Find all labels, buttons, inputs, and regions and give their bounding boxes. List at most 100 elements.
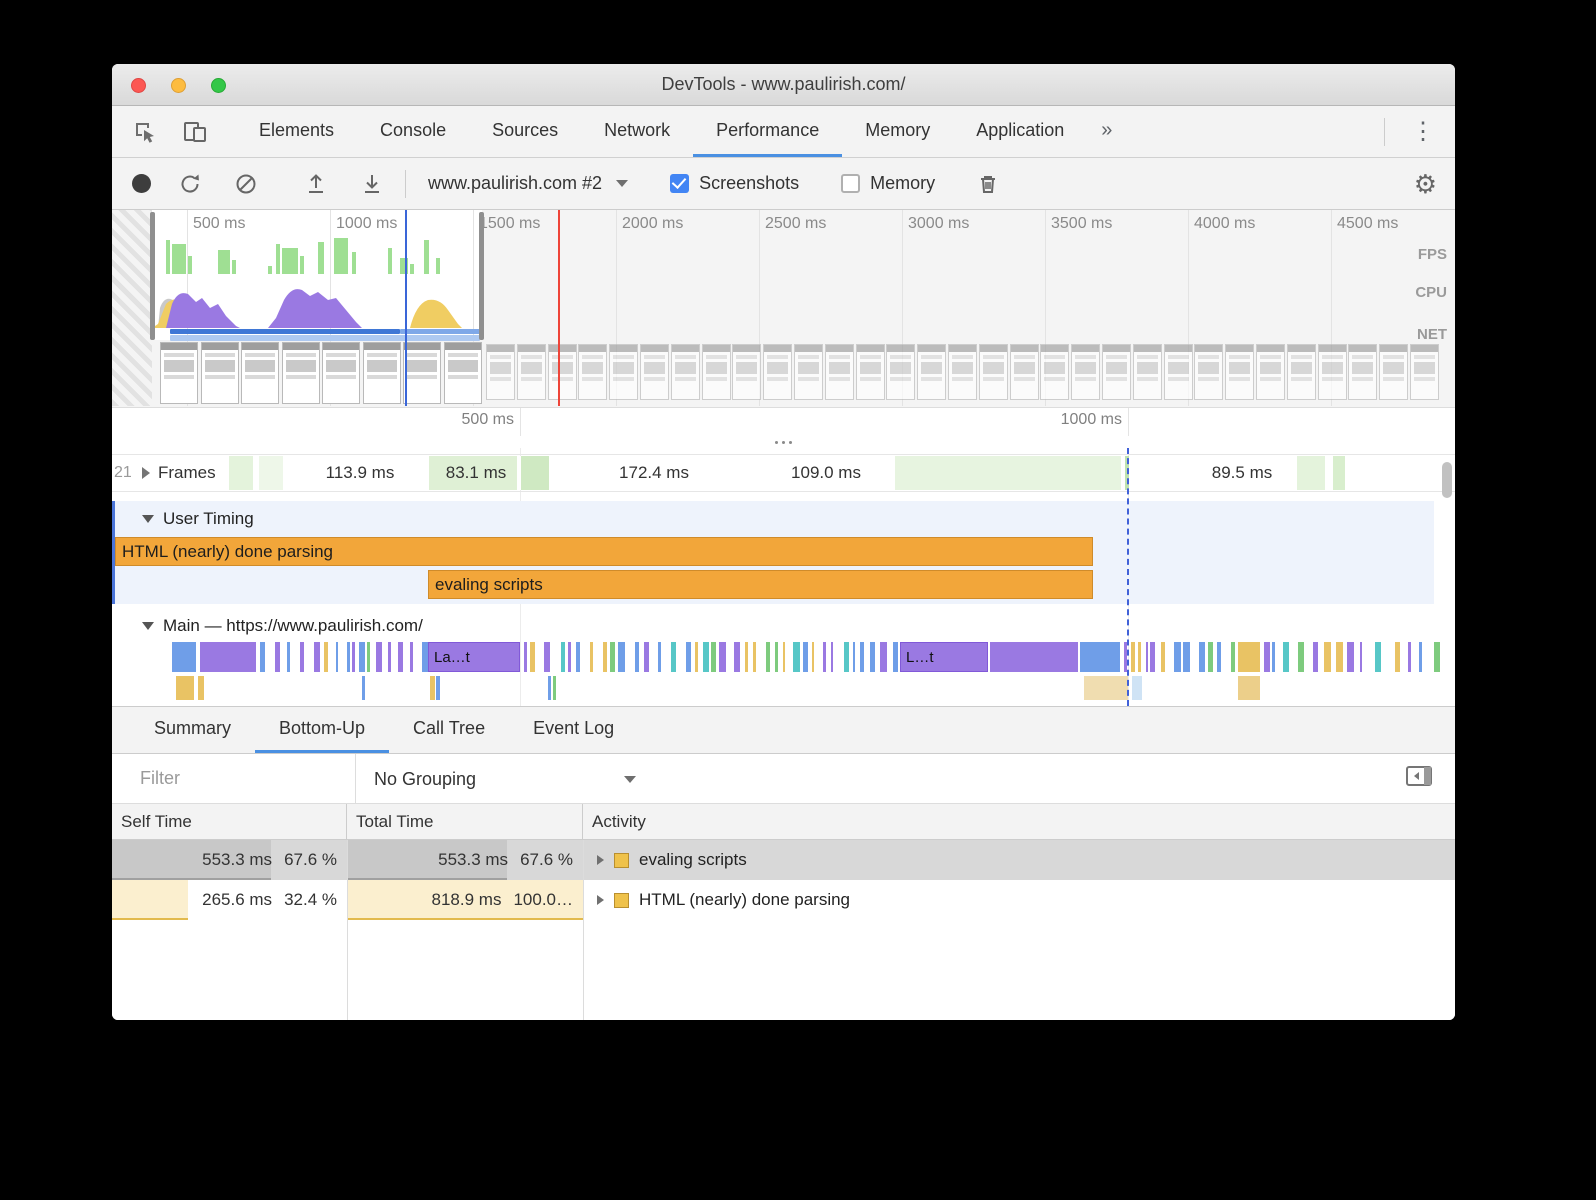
screenshot-thumbnail[interactable] [1379, 344, 1409, 400]
user-timing-bar[interactable]: HTML (nearly) done parsing [115, 537, 1093, 566]
flame-event[interactable] [1183, 642, 1190, 672]
flame-event[interactable] [590, 642, 593, 672]
screenshot-thumbnail[interactable] [1317, 344, 1347, 400]
flame-event[interactable] [1418, 642, 1423, 672]
selection-left-handle[interactable] [150, 212, 155, 340]
flame-event[interactable] [376, 642, 383, 672]
minimize-window-button[interactable] [171, 78, 186, 93]
flame-event[interactable] [617, 642, 625, 672]
flame-event[interactable] [1216, 642, 1221, 672]
user-timing-header[interactable]: User Timing [142, 509, 254, 529]
flame-event-labeled[interactable]: L…t [900, 642, 988, 672]
garbage-collect-icon[interactable] [971, 167, 1005, 201]
show-heaviest-stack-icon[interactable] [1405, 765, 1433, 792]
frames-track-header[interactable]: Frames [142, 463, 216, 483]
column-header-self-time[interactable]: Self Time [112, 804, 347, 839]
flame-event[interactable] [1374, 642, 1381, 672]
flame-event[interactable] [1272, 642, 1276, 672]
flame-event[interactable] [260, 642, 265, 672]
flame-event[interactable] [990, 642, 1078, 672]
flame-event[interactable] [657, 642, 662, 672]
save-profile-icon[interactable] [355, 167, 389, 201]
flame-event[interactable] [1208, 642, 1214, 672]
scrollbar-thumb[interactable] [1442, 462, 1452, 498]
flame-event[interactable] [670, 642, 677, 672]
flame-event[interactable] [397, 642, 403, 672]
frames-track[interactable]: 21 Frames 113.9 ms 83.1 ms 172.4 ms 109.0 m… [112, 454, 1455, 492]
tab-sources[interactable]: Sources [469, 106, 581, 157]
screenshot-thumbnail[interactable] [978, 344, 1008, 400]
memory-checkbox[interactable]: Memory [841, 173, 935, 194]
flame-event[interactable] [568, 642, 571, 672]
flame-event[interactable] [766, 642, 770, 672]
device-toolbar-icon[interactable] [178, 115, 212, 149]
tab-elements[interactable]: Elements [236, 106, 357, 157]
flame-event[interactable] [1283, 642, 1290, 672]
flame-event[interactable] [1174, 642, 1181, 672]
flame-event[interactable] [869, 642, 876, 672]
flame-event[interactable] [430, 676, 435, 700]
memory-checkbox-box[interactable] [841, 174, 861, 193]
flame-event[interactable] [775, 642, 779, 672]
screenshot-thumbnail[interactable] [516, 344, 546, 400]
flame-event[interactable] [1080, 642, 1120, 672]
screenshot-thumbnail[interactable] [670, 344, 700, 400]
flame-event[interactable] [831, 642, 834, 672]
flame-event[interactable] [553, 676, 556, 700]
flame-event[interactable] [543, 642, 551, 672]
screenshot-thumbnail[interactable] [855, 344, 885, 400]
expand-row-icon[interactable] [597, 855, 604, 865]
flame-event[interactable] [1408, 642, 1412, 672]
screenshot-thumbnail[interactable] [1194, 344, 1224, 400]
flame-event[interactable] [1298, 642, 1304, 672]
screenshot-thumbnail[interactable] [763, 344, 793, 400]
details-tab-call-tree[interactable]: Call Tree [389, 707, 509, 753]
screenshot-thumbnail[interactable] [886, 344, 916, 400]
screenshot-thumbnail[interactable] [1132, 344, 1162, 400]
flame-event[interactable] [299, 642, 305, 672]
flame-event[interactable] [610, 642, 615, 672]
flame-event[interactable] [852, 642, 856, 672]
flame-event[interactable] [711, 642, 716, 672]
flame-event[interactable] [1132, 676, 1142, 700]
screenshot-thumbnail[interactable] [443, 342, 482, 404]
activity-cell[interactable]: HTML (nearly) done parsing [583, 880, 1455, 920]
main-thread-track[interactable]: La…t L…t [112, 642, 1455, 672]
load-profile-icon[interactable] [299, 167, 333, 201]
more-tabs-button[interactable]: » [1087, 106, 1126, 157]
flame-event[interactable] [286, 642, 291, 672]
flame-event[interactable] [695, 642, 698, 672]
screenshot-thumbnail[interactable] [640, 344, 669, 400]
flame-event[interactable] [803, 642, 809, 672]
flame-event[interactable] [436, 676, 440, 700]
flame-event[interactable] [548, 676, 551, 700]
flame-event[interactable] [702, 642, 709, 672]
screenshot-thumbnail[interactable] [486, 344, 515, 400]
collapse-arrow-icon[interactable] [142, 467, 150, 479]
flame-event[interactable] [783, 642, 786, 672]
screenshot-thumbnail[interactable] [1163, 344, 1193, 400]
screenshot-thumbnail[interactable] [1009, 344, 1039, 400]
screenshot-thumbnail[interactable] [609, 344, 639, 400]
screenshot-thumbnail[interactable] [403, 342, 441, 404]
flame-event[interactable] [524, 642, 528, 672]
main-thread-header[interactable]: Main — https://www.paulirish.com/ [142, 616, 423, 636]
flame-event[interactable] [1145, 642, 1149, 672]
frame-segment[interactable] [1332, 456, 1346, 490]
column-header-total-time[interactable]: Total Time [347, 804, 583, 839]
screenshot-thumbnail[interactable] [824, 344, 854, 400]
expand-arrow-icon[interactable] [142, 515, 154, 523]
screenshots-checkbox-box[interactable] [670, 174, 690, 193]
flame-event[interactable] [860, 642, 865, 672]
reload-and-profile-icon[interactable] [173, 167, 207, 201]
screenshot-thumbnail[interactable] [547, 344, 577, 400]
frame-segment[interactable] [894, 456, 1122, 490]
screenshot-thumbnail[interactable] [281, 342, 320, 404]
screenshot-thumbnail[interactable] [1256, 344, 1285, 400]
flame-event[interactable] [1131, 642, 1135, 672]
flame-event[interactable] [366, 642, 370, 672]
flame-event[interactable] [1238, 676, 1260, 700]
screenshot-thumbnail[interactable] [362, 342, 401, 404]
capture-settings-icon[interactable]: ⚙ [1414, 171, 1437, 197]
flame-event[interactable] [1084, 676, 1128, 700]
